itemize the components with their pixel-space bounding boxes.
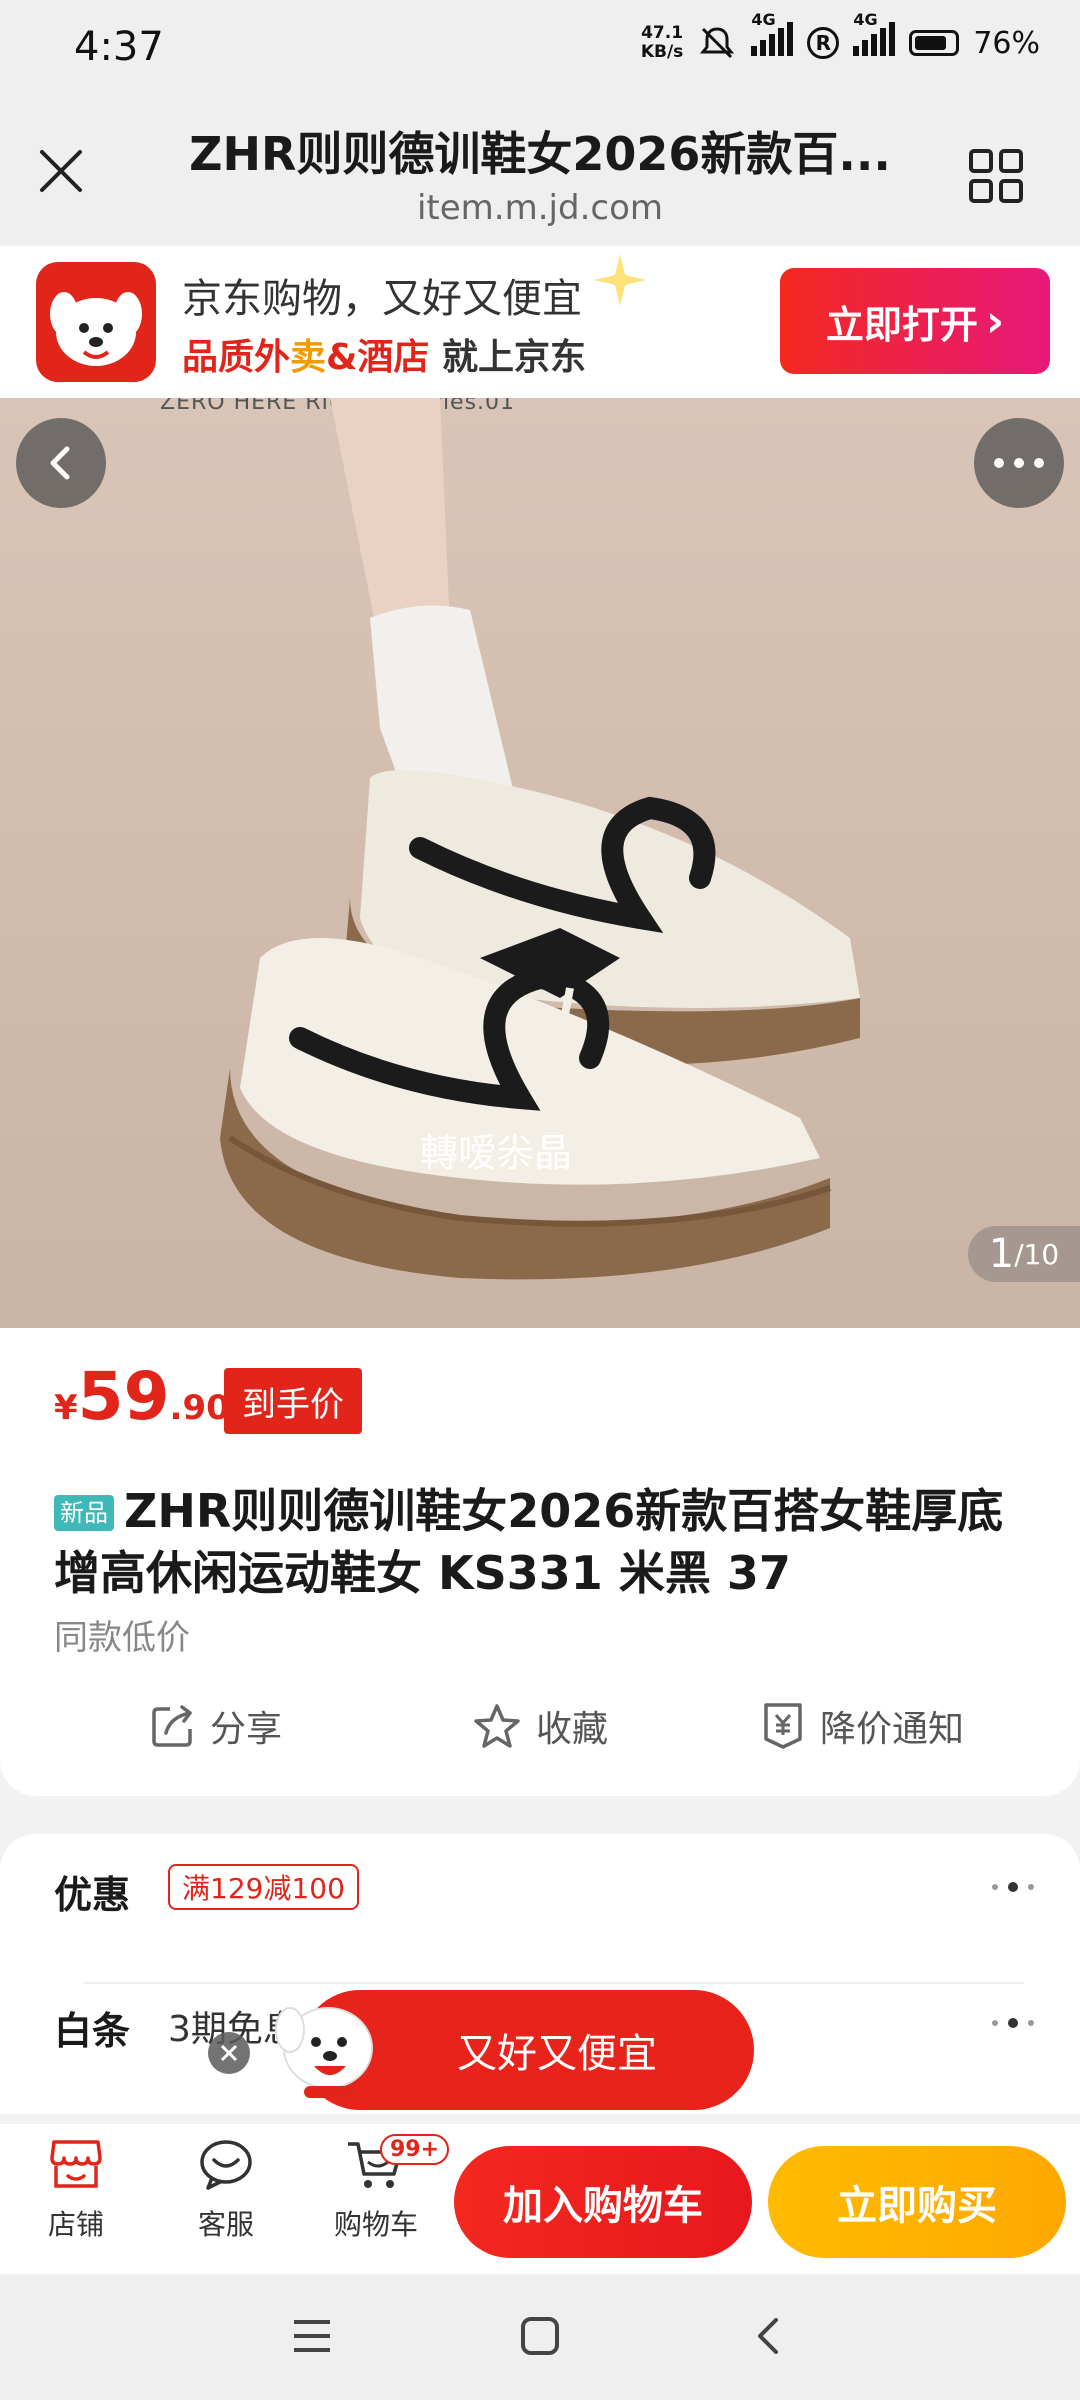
- product-title: 新品 ZHR则则德训鞋女2026新款百搭女鞋厚底增高休闲运动鞋女 KS331 米黑…: [54, 1480, 1034, 1604]
- product-title-text: ZHR则则德训鞋女2026新款百搭女鞋厚底增高休闲运动鞋女 KS331 米黑 3…: [54, 1484, 1004, 1600]
- chat-icon: [200, 2140, 252, 2190]
- price-integer: 59: [77, 1358, 170, 1435]
- banner-sub-c: &酒店: [326, 337, 430, 378]
- service-label: 客服: [197, 2208, 254, 2241]
- price-symbol: ¥: [54, 1388, 78, 1428]
- price-alert-button[interactable]: 降价通知: [760, 1700, 964, 1752]
- banner-subslogan: 品质外卖&酒店 就上京东: [182, 328, 586, 380]
- chevron-right-icon: ›: [985, 295, 1005, 347]
- network-speed-unit: KB/s: [640, 42, 684, 62]
- product-photo: [220, 398, 860, 1280]
- discount-label: 优惠: [54, 1873, 131, 1917]
- store-icon: [50, 2140, 102, 2188]
- close-icon: [220, 2044, 238, 2062]
- mute-icon: [700, 27, 735, 59]
- signal-icon-2: 4G: [853, 10, 896, 64]
- more-dots-icon: [992, 1882, 1034, 1892]
- roaming-icon: R: [807, 27, 840, 59]
- back-button[interactable]: [16, 418, 106, 508]
- store-button[interactable]: 店铺: [16, 2136, 136, 2243]
- more-dots-icon: [992, 2018, 1034, 2028]
- system-nav-bar: [0, 2274, 1080, 2400]
- home-icon[interactable]: [520, 2316, 560, 2356]
- customer-service-button[interactable]: 客服: [166, 2136, 286, 2243]
- favorite-label: 收藏: [536, 1709, 609, 1750]
- open-app-label: 立即打开: [825, 302, 978, 347]
- cart-label: 购物车: [333, 2208, 418, 2241]
- buy-now-button[interactable]: 立即购买: [768, 2146, 1066, 2258]
- signal-icon: 4G: [751, 10, 794, 64]
- floating-promo-text: 又好又便宜: [457, 2031, 657, 2077]
- jd-logo: [36, 262, 156, 382]
- open-app-button[interactable]: 立即打开 ›: [780, 268, 1050, 374]
- jd-mascot-icon: [275, 2007, 373, 2098]
- close-icon[interactable]: [36, 146, 86, 196]
- share-button[interactable]: 分享: [150, 1700, 282, 1752]
- banner-sub-d: 就上京东: [429, 337, 586, 378]
- image-watermark: 轉嗳尜晶: [420, 1131, 573, 1175]
- status-icons: 47.1 KB/s 4G R 4G 76%: [641, 10, 1040, 64]
- battery-percent: 76%: [973, 25, 1040, 61]
- app-open-banner[interactable]: 京东购物，又好又便宜 品质外卖&酒店 就上京东 立即打开 ›: [0, 246, 1080, 398]
- price-alert-icon: [764, 1703, 802, 1749]
- same-low-price-link[interactable]: 同款低价: [54, 1610, 190, 1659]
- battery-icon: [909, 30, 960, 56]
- cart-count-badge: 99+: [380, 2134, 450, 2165]
- image-counter-current: 1: [988, 1231, 1015, 1277]
- banner-sub-a: 品质外: [182, 337, 291, 378]
- network-type-2: 4G: [853, 10, 878, 29]
- product-actions: 分享 收藏 降价通知: [0, 1700, 1080, 1770]
- add-to-cart-button[interactable]: 加入购物车: [454, 2146, 752, 2258]
- network-speed: 47.1 KB/s: [641, 24, 683, 62]
- grid-menu-icon[interactable]: [968, 148, 1024, 204]
- favorite-button[interactable]: 收藏: [472, 1700, 608, 1752]
- discount-row[interactable]: 优惠 满129减100: [54, 1834, 1034, 1944]
- image-counter: 1/10: [968, 1226, 1080, 1282]
- back-icon[interactable]: [752, 2316, 782, 2356]
- status-bar: 4:37 47.1 KB/s 4G R 4G 76%: [0, 0, 1080, 96]
- image-counter-total: /10: [1014, 1237, 1060, 1271]
- baitiao-label: 白条: [54, 2009, 131, 2053]
- menu-icon[interactable]: [292, 2318, 332, 2354]
- page-url: item.m.jd.com: [416, 188, 663, 228]
- browser-title-bar: ZHR则则德训鞋女2026新款百... item.m.jd.com: [0, 96, 1080, 246]
- price-decimal: .90: [169, 1388, 230, 1428]
- banner-slogan: 京东购物，又好又便宜: [182, 276, 582, 322]
- chevron-left-icon: [50, 446, 70, 480]
- store-label: 店铺: [47, 2208, 104, 2241]
- page-title: ZHR则则德训鞋女2026新款百...: [189, 127, 891, 181]
- banner-sub-b: 卖: [290, 337, 327, 378]
- share-label: 分享: [210, 1709, 283, 1750]
- product-image-carousel[interactable]: ZERO HERE RIGHT / Series.01 轉嗳尜晶 1/10: [0, 398, 1080, 1328]
- more-dots-icon: [994, 458, 1044, 468]
- final-price-tag: 到手价: [224, 1368, 362, 1434]
- network-speed-value: 47.1: [641, 23, 684, 43]
- more-button[interactable]: [974, 418, 1064, 508]
- product-info-card: ¥ 59 .90 到手价 新品 ZHR则则德训鞋女2026新款百搭女鞋厚底增高休闲…: [0, 1328, 1080, 1796]
- coupon-badge: 满129减100: [168, 1864, 359, 1910]
- star-icon: [474, 1704, 520, 1748]
- cart-button[interactable]: 购物车 99+: [316, 2134, 450, 2243]
- price: ¥ 59 .90: [54, 1358, 230, 1435]
- close-floating-button[interactable]: [208, 2032, 250, 2074]
- status-time: 4:37: [74, 24, 164, 70]
- share-icon: [152, 1705, 192, 1747]
- sparkle-icon: [594, 254, 646, 306]
- new-badge: 新品: [54, 1495, 114, 1531]
- price-alert-label: 降价通知: [820, 1709, 965, 1750]
- network-type-1: 4G: [751, 10, 776, 29]
